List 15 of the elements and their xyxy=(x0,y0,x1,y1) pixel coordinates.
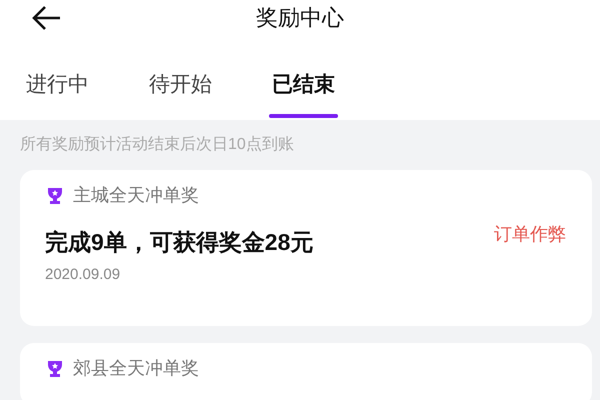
back-button[interactable] xyxy=(30,4,62,32)
reward-description: 完成9单，可获得奖金28元 xyxy=(45,228,314,257)
trophy-icon xyxy=(45,358,65,378)
tab[interactable]: 进行中 xyxy=(26,50,89,120)
reward-card[interactable]: 郊县全天冲单奖 xyxy=(20,343,592,400)
reward-title: 郊县全天冲单奖 xyxy=(73,357,199,380)
status-text: 订单作弊 xyxy=(494,223,566,246)
tab[interactable]: 待开始 xyxy=(149,50,212,120)
reward-date: 2020.09.09 xyxy=(45,264,122,284)
tab[interactable]: 已结束 xyxy=(272,50,335,120)
notice-text: 所有奖励预计活动结束后次日10点到账 xyxy=(20,134,295,155)
reward-title: 主城全天冲单奖 xyxy=(73,184,199,207)
trophy-icon xyxy=(45,186,65,206)
page-title: 奖励中心 xyxy=(256,4,344,32)
reward-card[interactable]: 主城全天冲单奖 完成9单，可获得奖金28元 订单作弊 2020.09.09 xyxy=(20,170,592,326)
